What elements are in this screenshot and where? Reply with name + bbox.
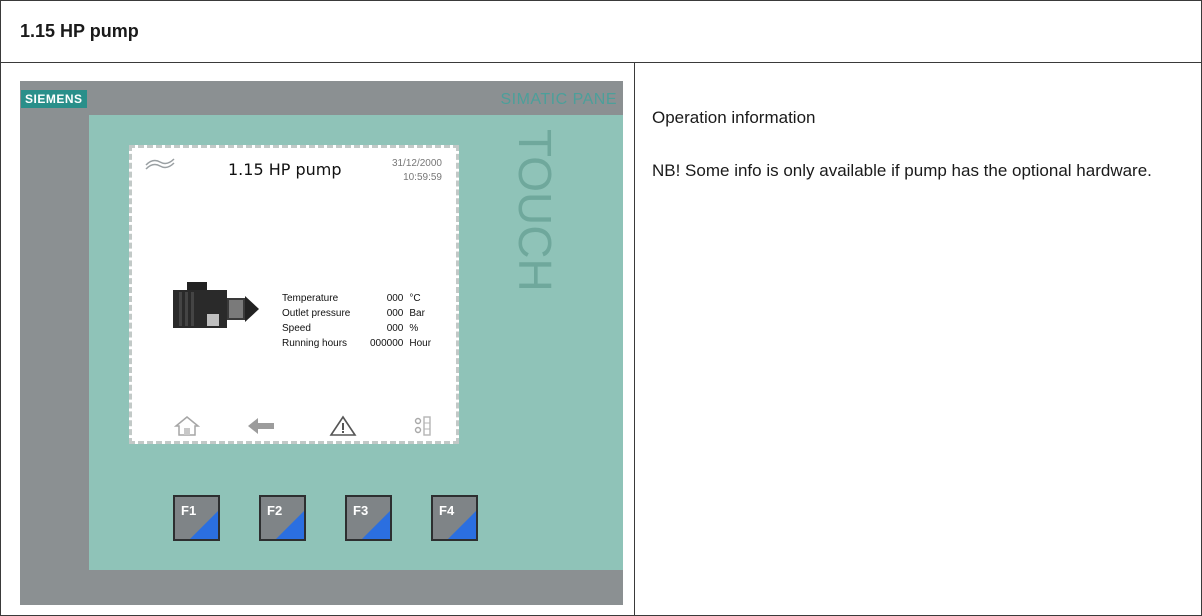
operation-info-text: Operation information — [652, 108, 816, 127]
reading-label: Speed — [282, 323, 311, 334]
reading-value: 000 — [386, 293, 404, 304]
screen-time: 10:59:59 — [403, 172, 442, 183]
pump-motor-icon — [173, 282, 259, 328]
header-row: 1.15 HP pump — [1, 1, 1201, 63]
hmi-screen: 1.15 HP pump 31/12/2000 10:59:59 Tempera… — [129, 145, 459, 444]
tools-icon[interactable] — [413, 415, 433, 437]
reading-unit: % — [409, 323, 419, 334]
key-corner-accent — [276, 511, 304, 539]
section-title: 1.15 HP pump — [20, 21, 139, 41]
reading-label: Running hours — [282, 338, 348, 349]
screen-datetime: 31/12/2000 10:59:59 — [392, 157, 442, 185]
siemens-logo: SIEMENS — [21, 90, 87, 108]
key-corner-accent — [190, 511, 218, 539]
f2-key[interactable]: F2 — [259, 495, 306, 541]
hmi-panel: SIEMENS SIMATIC PANE TOUCH 1.15 HP pump … — [20, 81, 623, 605]
reading-label: Temperature — [282, 293, 339, 304]
back-arrow-icon[interactable] — [246, 415, 276, 437]
reading-unit: °C — [409, 293, 421, 304]
key-corner-accent — [362, 511, 390, 539]
wave-logo-icon — [145, 158, 175, 170]
reading-row: Speed 000 % — [282, 321, 439, 336]
screen-title: 1.15 HP pump — [228, 160, 342, 179]
reading-value: 000 — [386, 308, 404, 319]
reading-unit: Hour — [409, 338, 432, 349]
reading-row: Temperature 000 °C — [282, 291, 439, 306]
reading-value: 000000 — [370, 338, 404, 349]
f1-key[interactable]: F1 — [173, 495, 220, 541]
reading-value: 000 — [386, 323, 404, 334]
readings-table: Temperature 000 °C Outlet pressure 000 B… — [282, 291, 439, 351]
home-icon[interactable] — [174, 415, 200, 437]
description-cell: Operation information NB! Some info is o… — [635, 63, 1201, 615]
product-label: SIMATIC PANE — [500, 91, 617, 108]
f4-key[interactable]: F4 — [431, 495, 478, 541]
reading-row: Outlet pressure 000 Bar — [282, 306, 439, 321]
screen-date: 31/12/2000 — [391, 158, 442, 169]
reading-label: Outlet pressure — [282, 308, 351, 319]
f3-key[interactable]: F3 — [345, 495, 392, 541]
reading-row: Running hours 000000 Hour — [282, 336, 439, 351]
touch-label: TOUCH — [517, 129, 553, 292]
key-corner-accent — [448, 511, 476, 539]
hardware-note: NB! Some info is only available if pump … — [652, 161, 1152, 180]
warning-icon[interactable] — [329, 415, 357, 437]
reading-unit: Bar — [409, 308, 425, 319]
